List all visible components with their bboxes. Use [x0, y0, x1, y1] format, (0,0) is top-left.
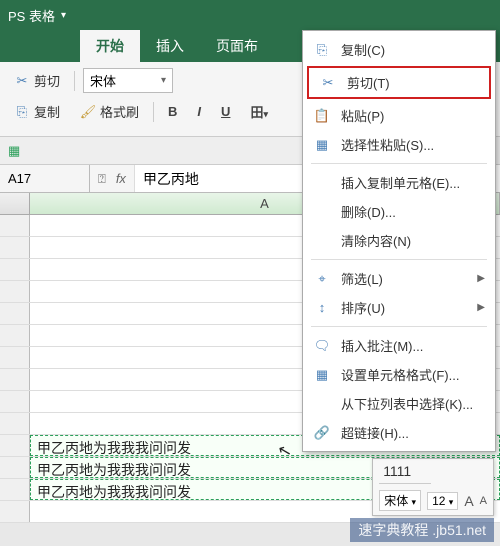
fx-label[interactable]: fx: [116, 171, 126, 186]
chevron-right-icon: ▶: [477, 273, 485, 284]
italic-button[interactable]: I: [191, 101, 207, 122]
format-painter-label: 格式刷: [100, 102, 139, 121]
worksheet-icon[interactable]: ▦: [8, 143, 20, 159]
format-cells-icon: ▦: [313, 367, 331, 383]
menu-delete-label: 删除(D)...: [341, 202, 396, 221]
decrease-font-icon[interactable]: A: [480, 495, 487, 507]
border-button[interactable]: 田▾: [244, 99, 274, 124]
chevron-down-icon: ▾: [263, 109, 268, 119]
menu-hyperlink[interactable]: 🔗 超链接(H)...: [303, 418, 495, 447]
mini-font-size[interactable]: 12 ▾: [427, 492, 458, 510]
mini-font-name[interactable]: 宋体 ▾: [379, 490, 421, 511]
bold-button[interactable]: B: [162, 101, 183, 122]
comment-icon: 🗨: [313, 338, 331, 354]
context-menu: ⎘ 复制(C) ✂ 剪切(T) 📋 粘贴(P) ▦ 选择性粘贴(S)... 插入…: [302, 30, 496, 452]
row-header[interactable]: [0, 369, 30, 390]
formula-value: 甲乙丙地: [143, 171, 199, 187]
menu-format-cells-label: 设置单元格格式(F)...: [341, 365, 459, 384]
menu-sort-label: 排序(U): [341, 298, 385, 317]
row-header[interactable]: [0, 259, 30, 280]
scissors-icon: ✂: [319, 75, 337, 91]
app-title: PS 表格: [8, 6, 55, 25]
chevron-down-icon: ▾: [412, 497, 417, 507]
watermark: 速字典教程 .jb51.net: [350, 518, 494, 542]
scissors-icon: ✂: [14, 73, 30, 89]
paste-special-icon: ▦: [313, 137, 331, 153]
clipboard-icon: 📋: [313, 108, 331, 124]
filter-icon: ⌖: [313, 271, 331, 287]
menu-separator: [311, 259, 487, 260]
menu-filter-label: 筛选(L): [341, 269, 383, 288]
row-header[interactable]: [0, 413, 30, 434]
help-icon[interactable]: ⍰: [98, 171, 106, 187]
brush-icon: 🖌: [80, 104, 96, 120]
tab-start[interactable]: 开始: [80, 30, 140, 62]
menu-paste-special-label: 选择性粘贴(S)...: [341, 135, 434, 154]
menu-insert-copied-label: 插入复制单元格(E)...: [341, 173, 460, 192]
row-header[interactable]: [0, 237, 30, 258]
menu-copy[interactable]: ⎘ 复制(C): [303, 35, 495, 64]
row-header[interactable]: [0, 479, 30, 500]
title-bar: PS 表格 ▾: [0, 0, 500, 30]
increase-font-icon[interactable]: A: [464, 493, 473, 509]
row-header[interactable]: [0, 325, 30, 346]
cut-label: 剪切: [34, 71, 60, 90]
border-icon: 田: [250, 105, 263, 120]
row-header[interactable]: [0, 435, 30, 456]
format-painter-button[interactable]: 🖌 格式刷: [74, 99, 145, 124]
select-all-corner[interactable]: [0, 193, 30, 214]
sort-icon: ↕: [313, 300, 331, 315]
menu-separator: [311, 326, 487, 327]
menu-cut[interactable]: ✂ 剪切(T): [307, 66, 491, 99]
menu-paste[interactable]: 📋 粘贴(P): [303, 101, 495, 130]
font-name-select[interactable]: 宋体 ▾: [83, 68, 173, 93]
name-box[interactable]: A17: [0, 165, 90, 192]
copy-icon: ⎘: [313, 42, 331, 58]
row-header[interactable]: [0, 281, 30, 302]
tab-insert[interactable]: 插入: [140, 30, 200, 62]
menu-separator: [311, 163, 487, 164]
menu-filter[interactable]: ⌖ 筛选(L) ▶: [303, 264, 495, 293]
separator: [74, 71, 75, 91]
menu-sort[interactable]: ↕ 排序(U) ▶: [303, 293, 495, 322]
separator: [153, 102, 154, 122]
row-header[interactable]: [0, 347, 30, 368]
menu-pick-from-dropdown[interactable]: 从下拉列表中选择(K)...: [303, 389, 495, 418]
menu-insert-copied-cells[interactable]: 插入复制单元格(E)...: [303, 168, 495, 197]
menu-clear-contents[interactable]: 清除内容(N): [303, 226, 495, 255]
font-name-value: 宋体: [90, 71, 116, 90]
mini-toolbar-value: 1111: [379, 463, 431, 484]
copy-icon: ⎘: [14, 104, 30, 120]
copy-button[interactable]: ⎘ 复制: [8, 99, 66, 124]
menu-delete[interactable]: 删除(D)...: [303, 197, 495, 226]
menu-format-cells[interactable]: ▦ 设置单元格格式(F)...: [303, 360, 495, 389]
tab-page-layout[interactable]: 页面布: [200, 30, 274, 62]
menu-paste-label: 粘贴(P): [341, 106, 384, 125]
mini-toolbar: 1111 宋体 ▾ 12 ▾ A A: [372, 458, 494, 516]
row-header[interactable]: [0, 391, 30, 412]
menu-cut-label: 剪切(T): [347, 73, 390, 92]
row-header[interactable]: [0, 215, 30, 236]
chevron-down-icon: ▾: [161, 75, 166, 86]
cut-button[interactable]: ✂ 剪切: [8, 68, 66, 93]
chevron-right-icon: ▶: [477, 302, 485, 313]
row-header[interactable]: [0, 303, 30, 324]
row-header[interactable]: [0, 457, 30, 478]
menu-paste-special[interactable]: ▦ 选择性粘贴(S)...: [303, 130, 495, 159]
app-menu-dropdown-icon[interactable]: ▾: [61, 10, 66, 21]
link-icon: 🔗: [313, 425, 331, 441]
menu-insert-comment[interactable]: 🗨 插入批注(M)...: [303, 331, 495, 360]
chevron-down-icon: ▾: [449, 497, 454, 507]
menu-pick-dropdown-label: 从下拉列表中选择(K)...: [341, 394, 473, 413]
row-header[interactable]: [0, 501, 30, 522]
menu-copy-label: 复制(C): [341, 40, 385, 59]
underline-button[interactable]: U: [215, 101, 236, 122]
menu-insert-comment-label: 插入批注(M)...: [341, 336, 423, 355]
copy-label: 复制: [34, 102, 60, 121]
menu-hyperlink-label: 超链接(H)...: [341, 423, 409, 442]
name-box-value: A17: [8, 171, 31, 186]
menu-clear-label: 清除内容(N): [341, 231, 411, 250]
